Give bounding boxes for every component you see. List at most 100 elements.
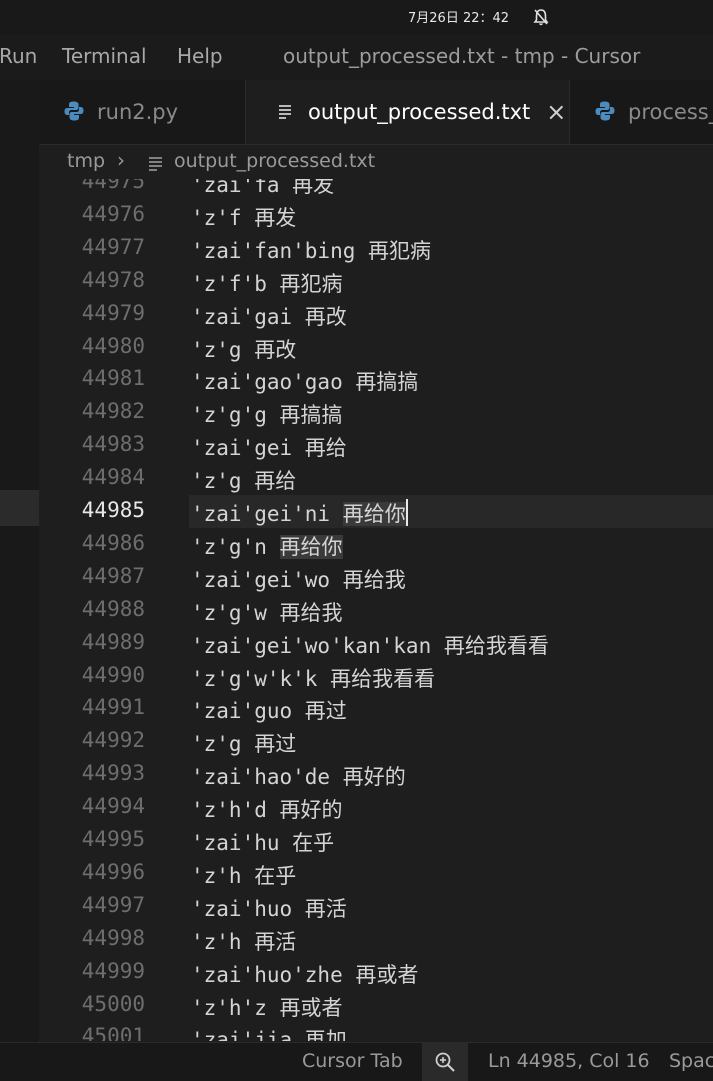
code-line[interactable]: 44996 'z'h 在乎	[39, 857, 713, 890]
line-number: 44998	[81, 925, 145, 950]
code-line[interactable]: 44990 'z'g'w'k'k 再给我看看	[39, 660, 713, 693]
indentation-status[interactable]: Spac	[669, 1050, 713, 1072]
line-text: 'z'g'g 再搞搞	[191, 399, 343, 429]
code-line[interactable]: 44993 'zai'hao'de 再好的	[39, 758, 713, 791]
line-text: 'zai'guo 再过	[191, 695, 347, 725]
code-line[interactable]: 44991 'zai'guo 再过	[39, 692, 713, 725]
line-text-content: 'z'h'd 再好的	[191, 798, 343, 823]
line-text-content: 'zai'gei'wo'kan'kan 再给我看看	[191, 633, 549, 658]
line-number: 44980	[81, 333, 145, 358]
line-number: 44990	[81, 662, 145, 687]
line-text-content: 'z'h 再活	[191, 929, 297, 954]
code-line[interactable]: 45000 'z'h'z 再或者	[39, 989, 713, 1022]
line-text: 'zai'fa 再发	[191, 179, 334, 199]
line-text-content: 'z'g'n	[191, 534, 280, 559]
line-text-content: 'zai'gao'gao 再搞搞	[191, 370, 419, 395]
selection-highlight: 再给你	[342, 502, 406, 526]
menu-run[interactable]: Run	[0, 44, 37, 68]
line-text-content: 'zai'huo'zhe 再或者	[191, 962, 419, 987]
line-text: 'zai'hao'de 再好的	[191, 761, 406, 791]
system-top-bar: 7月26日 22：42	[0, 0, 713, 34]
editor-tab-bar: run2.py output_processed.txt × process_	[39, 80, 713, 145]
breadcrumb-folder[interactable]: tmp	[67, 150, 105, 172]
code-line[interactable]: 44989 'zai'gei'wo'kan'kan 再给我看看	[39, 627, 713, 660]
line-text: 'z'f 再发	[191, 202, 296, 232]
line-number: 44975	[81, 179, 145, 193]
code-line[interactable]: 44998 'z'h 再活	[39, 923, 713, 956]
code-line[interactable]: 45001 'zai'jia 再加	[39, 1021, 713, 1041]
code-line[interactable]: 44975 'zai'fa 再发	[39, 179, 713, 199]
line-text: 'z'g'w 再给我	[191, 597, 343, 627]
line-text-content: 'zai'fan'bing 再犯病	[191, 238, 432, 263]
line-text: 'z'h'z 再或者	[191, 992, 343, 1022]
line-text-content: 'zai'gei'wo 再给我	[191, 567, 406, 592]
line-number: 44983	[81, 432, 145, 457]
current-code-line[interactable]: 44985 'zai'gei'ni 再给你	[39, 495, 713, 528]
menu-terminal[interactable]: Terminal	[62, 44, 147, 68]
code-line[interactable]: 44984 'z'g 再给	[39, 462, 713, 495]
code-line[interactable]: 44981 'zai'gao'gao 再搞搞	[39, 363, 713, 396]
line-text-content: 'z'f 再发	[191, 205, 297, 230]
line-text: 'zai'gei 再给	[191, 432, 347, 462]
line-text-content: 'zai'fa 再发	[191, 179, 335, 197]
close-tab-icon[interactable]: ×	[546, 98, 566, 126]
line-number: 44989	[81, 629, 145, 654]
code-line[interactable]: 44983 'zai'gei 再给	[39, 429, 713, 462]
code-line[interactable]: 44977 'zai'fan'bing 再犯病	[39, 232, 713, 265]
line-text: 'zai'gei'wo 再给我	[191, 564, 406, 594]
sidebar-selected-item[interactable]	[0, 490, 39, 526]
code-line[interactable]: 44978 'z'f'b 再犯病	[39, 265, 713, 298]
line-number: 45001	[81, 1024, 145, 1041]
code-line[interactable]: 44992 'z'g 再过	[39, 725, 713, 758]
line-number: 44996	[81, 859, 145, 884]
cursor-position[interactable]: Ln 44985, Col 16	[488, 1050, 650, 1072]
text-file-icon	[274, 100, 298, 124]
python-icon	[594, 100, 618, 124]
editor-area[interactable]: 44975 'zai'fa 再发 44976 'z'f 再发 44977 'zai'fan…	[39, 179, 713, 1041]
line-text-content: 'z'g 再改	[191, 337, 297, 362]
line-number: 44976	[81, 201, 145, 226]
tab-label: process_	[628, 100, 713, 124]
tab-run2-py[interactable]: run2.py	[39, 80, 246, 144]
tab-output-processed-txt[interactable]: output_processed.txt ×	[246, 80, 570, 144]
notifications-muted-icon[interactable]	[533, 8, 549, 30]
line-text: 'z'g 再改	[191, 334, 296, 364]
code-line[interactable]: 44976 'z'f 再发	[39, 199, 713, 232]
selection-highlight: 再给你	[279, 534, 343, 559]
code-line[interactable]: 44988 'z'g'w 再给我	[39, 594, 713, 627]
line-text: 'zai'hu 在乎	[191, 827, 334, 857]
code-line[interactable]: 44986 'z'g'n 再给你	[39, 528, 713, 561]
window-title: output_processed.txt - tmp - Cursor	[283, 44, 641, 68]
line-text-content: 'z'g'w'k'k 再给我看看	[191, 666, 436, 691]
code-line[interactable]: 44987 'zai'gei'wo 再给我	[39, 561, 713, 594]
line-number: 44979	[81, 300, 145, 325]
code-line[interactable]: 44994 'z'h'd 再好的	[39, 791, 713, 824]
menu-help[interactable]: Help	[177, 44, 223, 68]
line-text: 'z'h 再活	[191, 926, 296, 956]
code-line[interactable]: 44980 'z'g 再改	[39, 331, 713, 364]
line-text-content: 'z'f'b 再犯病	[191, 271, 343, 296]
line-number: 44992	[81, 728, 145, 753]
line-number: 44981	[81, 366, 145, 391]
breadcrumb: tmp › output_processed.txt	[39, 145, 713, 179]
tab-process[interactable]: process_	[570, 80, 713, 144]
status-bar: Cursor Tab Ln 44985, Col 16 Spac	[0, 1042, 713, 1081]
breadcrumb-file[interactable]: output_processed.txt	[174, 150, 375, 172]
line-text: 'z'f'b 再犯病	[191, 268, 343, 298]
line-text: 'zai'jia 再加	[191, 1024, 347, 1041]
code-line[interactable]: 44982 'z'g'g 再搞搞	[39, 396, 713, 429]
line-text: 'zai'gai 再改	[191, 301, 347, 331]
code-line[interactable]: 44999 'zai'huo'zhe 再或者	[39, 956, 713, 989]
code-line[interactable]: 44997 'zai'huo 再活	[39, 890, 713, 923]
code-line[interactable]: 44995 'zai'hu 在乎	[39, 824, 713, 857]
system-clock[interactable]: 7月26日 22：42	[408, 7, 509, 26]
line-text-content: 'zai'huo 再活	[191, 896, 347, 921]
line-text-content: 'z'g'g 再搞搞	[191, 403, 343, 428]
line-number: 44985	[81, 498, 145, 522]
zoom-in-icon[interactable]	[422, 1043, 468, 1081]
line-number: 44999	[81, 958, 145, 983]
code-line[interactable]: 44979 'zai'gai 再改	[39, 298, 713, 331]
line-number: 44994	[81, 794, 145, 819]
cursor-tab-status[interactable]: Cursor Tab	[302, 1050, 403, 1072]
line-number: 44987	[81, 563, 145, 588]
